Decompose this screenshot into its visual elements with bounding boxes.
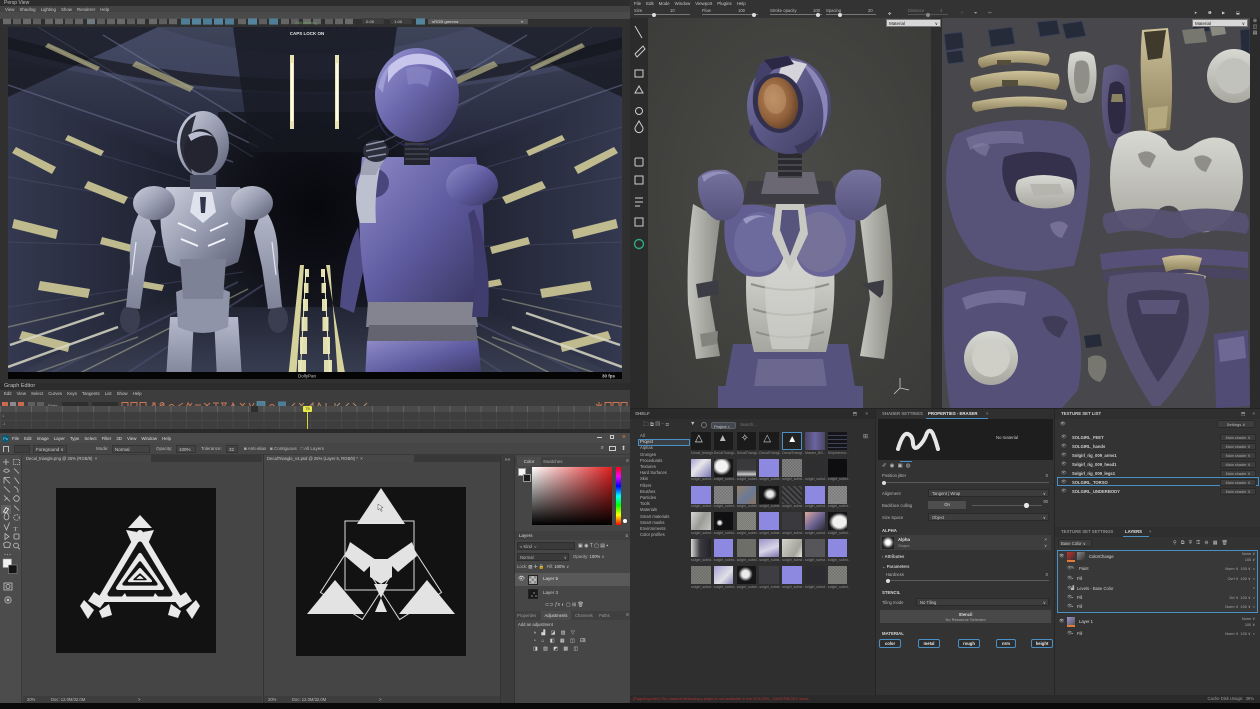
svg-text:▼: ▼ [520,20,524,23]
svg-text:DollyPan: DollyPan [298,374,317,379]
svg-text:sRGB gamma: sRGB gamma [432,20,459,23]
svg-text:1.00: 1.00 [394,20,402,23]
svg-text:30 fps: 30 fps [602,374,616,379]
svg-text:0.00: 0.00 [366,20,374,23]
svg-text:CAPS LOCK ON: CAPS LOCK ON [290,31,325,36]
svg-text:T: T [14,526,18,533]
